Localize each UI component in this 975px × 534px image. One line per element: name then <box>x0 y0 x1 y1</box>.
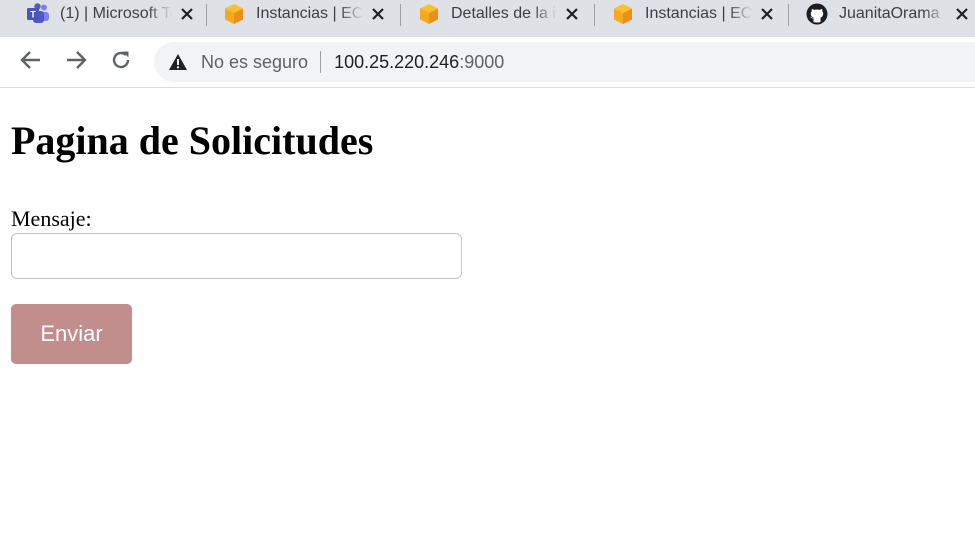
url-port: :9000 <box>459 51 505 72</box>
page-title: Pagina de Solicitudes <box>11 118 374 163</box>
tab-title: Instancias | EC2 <box>645 4 752 22</box>
aws-cube-icon <box>222 2 246 26</box>
tab-strip: T (1) | Microsoft Teams Instancias | EC2 <box>0 0 975 37</box>
tab-github-juanitaorama[interactable]: JuanitaOrama <box>805 0 971 27</box>
reload-button[interactable] <box>108 49 134 75</box>
close-icon[interactable] <box>758 5 776 23</box>
tab-divider <box>594 4 595 26</box>
teams-icon: T <box>26 2 50 26</box>
aws-cube-icon <box>417 2 441 26</box>
tab-divider <box>788 4 789 26</box>
browser-toolbar: No es seguro 100.25.220.246:9000 <box>0 37 975 88</box>
close-icon[interactable] <box>563 5 581 23</box>
tab-divider <box>400 4 401 26</box>
tab-title: Instancias | EC2 <box>256 4 363 22</box>
warning-triangle-icon[interactable] <box>168 52 188 72</box>
message-input[interactable] <box>11 233 462 279</box>
aws-cube-icon <box>611 2 635 26</box>
tab-microsoft-teams[interactable]: T (1) | Microsoft Teams <box>26 0 196 27</box>
omnibox-divider <box>320 51 322 73</box>
svg-text:T: T <box>30 9 36 19</box>
tab-title: Detalles de la instancia <box>451 4 557 22</box>
submit-button[interactable]: Enviar <box>11 304 132 364</box>
close-icon[interactable] <box>953 5 971 23</box>
close-icon[interactable] <box>369 5 387 23</box>
url-text[interactable]: 100.25.220.246:9000 <box>334 52 504 73</box>
reload-icon <box>110 49 132 76</box>
tab-title: (1) | Microsoft Teams <box>60 4 172 22</box>
message-label: Mensaje: <box>11 206 92 231</box>
tab-title: JuanitaOrama <box>839 4 940 22</box>
close-icon[interactable] <box>178 5 196 23</box>
url-host: 100.25.220.246 <box>334 51 460 72</box>
forward-arrow-icon <box>65 50 87 75</box>
tab-divider <box>206 4 207 26</box>
tab-instancias-ec2-2[interactable]: Instancias | EC2 <box>611 0 776 27</box>
page-content: Pagina de Solicitudes Mensaje: Enviar <box>0 89 975 534</box>
address-bar[interactable]: No es seguro 100.25.220.246:9000 <box>154 42 975 82</box>
forward-button[interactable] <box>63 49 89 75</box>
tab-instancias-ec2[interactable]: Instancias | EC2 <box>222 0 387 27</box>
tab-detalles-instancia[interactable]: Detalles de la instancia <box>417 0 581 27</box>
back-button[interactable] <box>18 49 44 75</box>
security-status-text[interactable]: No es seguro <box>201 52 308 73</box>
back-arrow-icon <box>20 50 42 75</box>
github-icon <box>805 2 829 26</box>
